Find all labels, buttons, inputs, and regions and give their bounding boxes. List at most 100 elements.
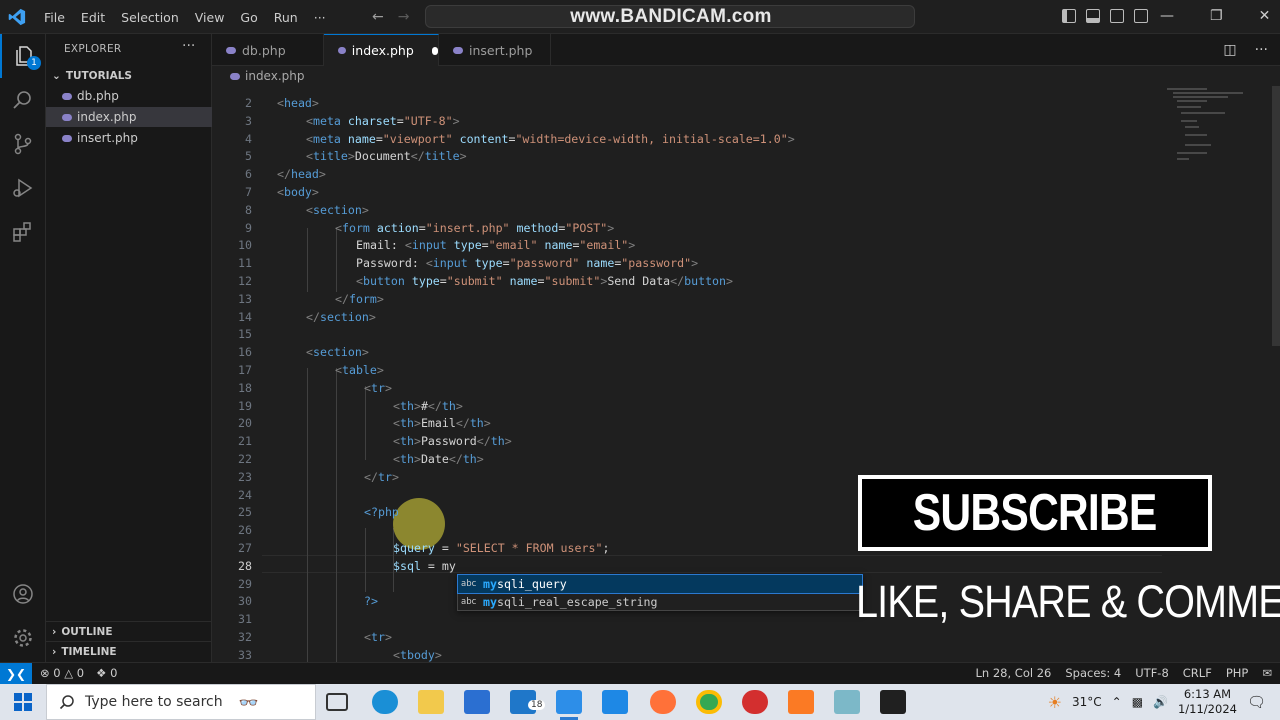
code-line[interactable]: 28 $sql = my [212,557,1162,575]
minimap[interactable] [1167,86,1267,176]
code-line[interactable]: 14 </section> [212,308,1162,326]
more-actions-icon[interactable]: ··· [182,38,195,54]
folder-tutorials[interactable]: ⌄ TUTORIALS [46,66,212,86]
search-highlight-icon: 👓 [238,692,259,712]
back-arrow-icon[interactable]: ← [372,9,384,25]
code-line[interactable]: 20 <th>Email</th> [212,414,1162,432]
code-text: <th>#</th> [393,398,463,413]
breadcrumb-file[interactable]: index.php [245,69,304,83]
code-line[interactable]: 11 Password: <input type="password" name=… [212,254,1162,272]
minimize-icon[interactable]: — [1160,8,1174,24]
code-line[interactable]: 21 <th>Password</th> [212,432,1162,450]
command-center[interactable]: www.BANDICAM.com [425,5,915,28]
line-ending[interactable]: CRLF [1183,666,1212,680]
code-line[interactable]: 15 [212,325,1162,343]
tab-index[interactable]: index.php [324,34,439,66]
manage-activity[interactable] [0,616,46,660]
unsaved-dot-icon[interactable] [431,46,438,55]
editor-more-icon[interactable]: ··· [1255,42,1268,58]
explorer-activity[interactable]: 1 [0,34,46,78]
file-item-index[interactable]: index.php [46,107,212,127]
accounts-activity[interactable] [0,572,46,616]
forward-arrow-icon[interactable]: → [398,9,410,25]
firefox-icon[interactable] [650,690,676,714]
code-line[interactable]: 19 <th>#</th> [212,397,1162,415]
store-icon[interactable] [464,690,490,714]
code-line[interactable]: 2 <head> [212,94,1162,112]
network-icon[interactable]: ▩ [1132,695,1143,709]
vscode-taskbar-icon[interactable] [556,690,582,714]
app-three-icon[interactable] [602,690,628,714]
toggle-panel-icon[interactable] [1086,9,1100,23]
outline-section[interactable]: › OUTLINE [46,621,212,641]
code-line[interactable]: 3 <meta charset="UTF-8"> [212,112,1162,130]
chevron-right-icon: › [52,625,57,638]
code-line[interactable]: 33 <tbody> [212,646,1162,662]
file-explorer-icon[interactable] [418,690,444,714]
record-icon[interactable] [742,690,768,714]
clock[interactable]: 6:13 AM 1/11/2024 [1178,687,1237,717]
run-debug-activity[interactable] [0,166,46,210]
source-control-activity[interactable] [0,122,46,166]
code-line[interactable]: 8 <section> [212,201,1162,219]
suggestion-mysqli-query[interactable]: abc mysqli_query [457,574,863,594]
editor-scrollbar[interactable] [1272,86,1280,346]
code-line[interactable]: 10 Email: <input type="email" name="email… [212,236,1162,254]
suggestion-mysqli-real-escape-string[interactable]: abc mysqli_real_escape_string [458,593,862,611]
menu-file[interactable]: File [36,10,73,25]
toggle-secondary-sidebar-icon[interactable] [1110,9,1124,23]
xampp-icon[interactable] [788,690,814,714]
cursor-position[interactable]: Ln 28, Col 26 [976,666,1052,680]
customize-layout-icon[interactable] [1134,9,1148,23]
search-activity[interactable] [0,78,46,122]
file-item-db[interactable]: db.php [46,86,212,106]
code-line[interactable]: 17 <table> [212,361,1162,379]
code-line[interactable]: 18 <tr> [212,379,1162,397]
notifications-bell-icon[interactable]: ✉ [1262,666,1272,680]
menu-run[interactable]: Run [266,10,306,25]
chevron-up-icon[interactable]: ⌃ [1112,695,1122,709]
code-line[interactable]: 4 <meta name="viewport" content="width=de… [212,130,1162,148]
edge-browser-icon[interactable] [372,690,398,714]
start-button[interactable] [0,684,46,720]
timeline-section[interactable]: › TIMELINE [46,641,212,661]
volume-icon[interactable]: 🔊 [1153,695,1168,709]
code-line[interactable]: 12 <button type="submit" name="submit">Se… [212,272,1162,290]
remote-indicator-icon[interactable]: ❯❮ [0,663,32,685]
code-line[interactable]: 6 </head> [212,165,1162,183]
code-text: <tr> [364,630,392,644]
toggle-sidebar-icon[interactable] [1062,9,1076,23]
language-mode[interactable]: PHP [1226,666,1249,680]
notepad-icon[interactable] [834,690,860,714]
indentation[interactable]: Spaces: 4 [1065,666,1121,680]
notifications-icon[interactable]: 🗨 [1247,693,1266,711]
line-number: 21 [238,434,252,449]
menu-edit[interactable]: Edit [73,10,113,25]
menu-more[interactable]: ··· [306,10,334,25]
status-problems[interactable]: ⊗ 0 △ 0 ❖ 0 [40,666,117,680]
code-line[interactable]: 9 <form action="insert.php" method="POST"… [212,219,1162,237]
code-line[interactable]: 22 <th>Date</th> [212,450,1162,468]
task-view-icon[interactable] [326,693,348,711]
close-icon[interactable]: ✕ [1259,8,1271,24]
encoding[interactable]: UTF-8 [1135,666,1169,680]
code-line[interactable]: 7 <body> [212,183,1162,201]
taskbar-search[interactable]: Type here to search 👓 [46,684,316,720]
code-line[interactable]: 5 <title>Document</title> [212,147,1162,165]
suggestion-match: my [483,577,497,591]
restore-icon[interactable]: ❐ [1210,8,1223,24]
split-editor-icon[interactable]: ◫ [1223,42,1236,58]
code-line[interactable]: 32 <tr> [212,628,1162,646]
code-line[interactable]: 13 </form> [212,290,1162,308]
weather-temp[interactable]: 31°C [1072,695,1102,709]
menu-go[interactable]: Go [232,10,265,25]
menu-selection[interactable]: Selection [113,10,187,25]
code-line[interactable]: 16 <section> [212,343,1162,361]
tab-insert[interactable]: insert.php [439,34,551,66]
extensions-activity[interactable] [0,210,46,254]
terminal-icon[interactable] [880,690,906,714]
menu-view[interactable]: View [187,10,233,25]
tab-db[interactable]: db.php [212,34,324,66]
chrome-icon[interactable] [696,690,722,714]
file-item-insert[interactable]: insert.php [46,128,212,148]
